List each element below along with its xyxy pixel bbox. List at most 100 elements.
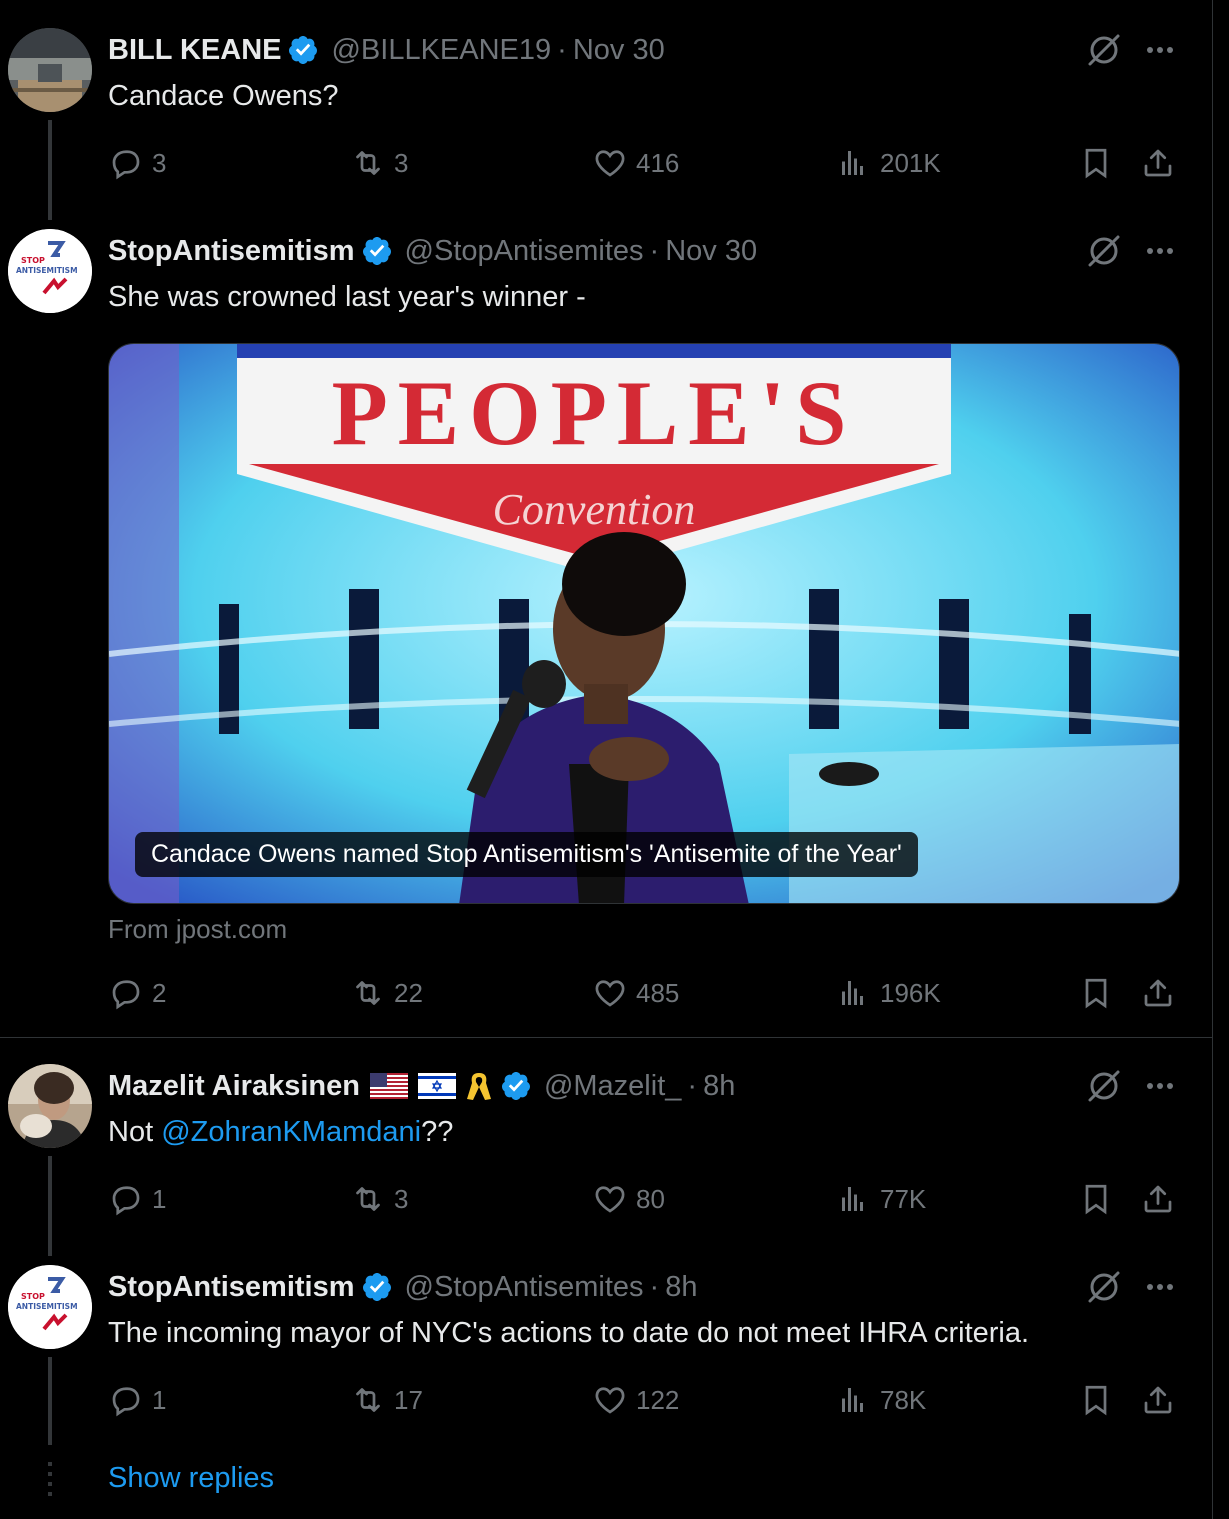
reply-button[interactable]: 1: [108, 1380, 166, 1420]
like-button[interactable]: 485: [592, 973, 679, 1013]
us-flag-icon: [369, 1073, 408, 1099]
separator: ·: [557, 33, 567, 66]
tweet-text: Candace Owens?: [108, 80, 339, 112]
bookmark-button[interactable]: [1078, 1179, 1114, 1219]
repost-count: 22: [394, 977, 423, 1008]
verified-badge-icon[interactable]: [361, 235, 393, 267]
avatar[interactable]: STOP ANTISEMITISM: [8, 1265, 92, 1349]
bookmark-button[interactable]: [1078, 143, 1114, 183]
tweet-top-actions: [1084, 231, 1180, 271]
show-replies-link[interactable]: Show replies: [108, 1462, 274, 1495]
reply-icon: [112, 1387, 140, 1417]
like-count: 122: [636, 1384, 680, 1415]
analytics-icon: [842, 981, 863, 1005]
repost-icon: [356, 981, 380, 1005]
tweet-text: Not @ZohranKMamdani??: [108, 1116, 453, 1149]
repost-button[interactable]: 22: [350, 973, 423, 1013]
heart-icon: [595, 1186, 625, 1213]
share-button[interactable]: [1140, 973, 1176, 1013]
bookmark-icon: [1085, 978, 1107, 1009]
like-count: 416: [636, 147, 680, 178]
separator: ·: [649, 234, 660, 267]
display-name[interactable]: BILL KEANE: [108, 34, 281, 67]
user-handle[interactable]: @StopAntisemites: [405, 235, 644, 268]
avatar[interactable]: [8, 28, 92, 112]
verified-badge-icon[interactable]: [287, 34, 319, 66]
views-button[interactable]: 77K: [836, 1179, 926, 1219]
israel-flag-icon: [417, 1073, 456, 1099]
tweet-header: StopAntisemitism @StopAntisemites · Nov …: [108, 231, 757, 271]
link-source[interactable]: From jpost.com: [108, 914, 287, 945]
avatar[interactable]: STOP ANTISEMITISM: [8, 229, 92, 313]
logo-text-top: STOP: [21, 1292, 45, 1301]
repost-button[interactable]: 3: [350, 1179, 408, 1219]
grok-icon[interactable]: [1084, 1267, 1124, 1307]
heart-icon: [595, 1387, 625, 1414]
reply-count: 1: [152, 1384, 167, 1415]
display-name[interactable]: Mazelit Airaksinen: [108, 1070, 360, 1103]
reply-button[interactable]: 3: [108, 143, 166, 183]
verified-badge-icon[interactable]: [500, 1070, 532, 1102]
reply-button[interactable]: 2: [108, 973, 166, 1013]
user-handle[interactable]: @StopAntisemites: [405, 1271, 644, 1304]
thread-connector: [48, 1156, 52, 1256]
analytics-icon: [842, 1388, 863, 1412]
share-button[interactable]: [1140, 143, 1176, 183]
repost-count: 17: [394, 1384, 423, 1415]
tweet-actions: 1 3 80 77K: [108, 1179, 1180, 1219]
repost-icon: [356, 151, 380, 175]
tweet-text-suffix: ??: [421, 1116, 454, 1148]
verified-badge-icon[interactable]: [361, 1271, 393, 1303]
user-handle[interactable]: @BILLKEANE19: [331, 34, 551, 67]
grok-icon[interactable]: [1084, 30, 1124, 70]
repost-icon: [356, 1388, 380, 1412]
views-button[interactable]: 196K: [836, 973, 941, 1013]
banner-text: PEOPLE'S: [332, 362, 857, 464]
view-count: 196K: [880, 977, 941, 1008]
reply-icon: [112, 1186, 140, 1216]
reply-button[interactable]: 1: [108, 1179, 166, 1219]
reply-icon: [112, 980, 140, 1010]
like-button[interactable]: 416: [592, 143, 679, 183]
display-name[interactable]: StopAntisemitism: [108, 235, 355, 268]
timestamp[interactable]: Nov 30: [665, 235, 757, 268]
views-button[interactable]: 201K: [836, 143, 941, 183]
grok-icon[interactable]: [1084, 1066, 1124, 1106]
tweet-actions: 3 3 416 201K: [108, 143, 1180, 183]
avatar[interactable]: [8, 1064, 92, 1148]
tweet-top-actions: [1084, 1066, 1180, 1106]
views-button[interactable]: 78K: [836, 1380, 926, 1420]
user-handle[interactable]: @Mazelit_: [544, 1070, 681, 1103]
timestamp[interactable]: Nov 30: [573, 34, 665, 67]
link-card-image[interactable]: PEOPLE'S Convention Candace Owens named …: [108, 343, 1180, 904]
repost-button[interactable]: 3: [350, 143, 408, 183]
bookmark-button[interactable]: [1078, 1380, 1114, 1420]
share-button[interactable]: [1140, 1380, 1176, 1420]
share-button[interactable]: [1140, 1179, 1176, 1219]
more-icon[interactable]: [1140, 231, 1180, 271]
repost-count: 3: [394, 147, 409, 178]
tweet-header: Mazelit Airaksinen @Mazelit_ · 8h: [108, 1066, 735, 1106]
timestamp[interactable]: 8h: [703, 1070, 735, 1103]
view-count: 78K: [880, 1384, 927, 1415]
more-icon[interactable]: [1140, 1267, 1180, 1307]
more-icon[interactable]: [1140, 30, 1180, 70]
share-icon: [1144, 1185, 1172, 1213]
separator: ·: [649, 1270, 660, 1303]
repost-button[interactable]: 17: [350, 1380, 423, 1420]
bookmark-button[interactable]: [1078, 973, 1114, 1013]
display-name[interactable]: StopAntisemitism: [108, 1271, 355, 1304]
more-icon[interactable]: [1140, 1066, 1180, 1106]
like-button[interactable]: 80: [592, 1179, 665, 1219]
grok-icon[interactable]: [1084, 231, 1124, 271]
logo-text-bottom: ANTISEMITISM: [16, 266, 78, 275]
like-count: 485: [636, 977, 680, 1008]
mention-link[interactable]: @ZohranKMamdani: [161, 1116, 421, 1148]
thread-connector: [48, 120, 52, 220]
like-button[interactable]: 122: [592, 1380, 679, 1420]
tweet-top-actions: [1084, 1267, 1180, 1307]
timestamp[interactable]: 8h: [665, 1271, 697, 1304]
bookmark-icon: [1085, 1184, 1107, 1215]
link-card-caption: Candace Owens named Stop Antisemitism's …: [135, 832, 918, 877]
thread-dots: [48, 1462, 52, 1496]
